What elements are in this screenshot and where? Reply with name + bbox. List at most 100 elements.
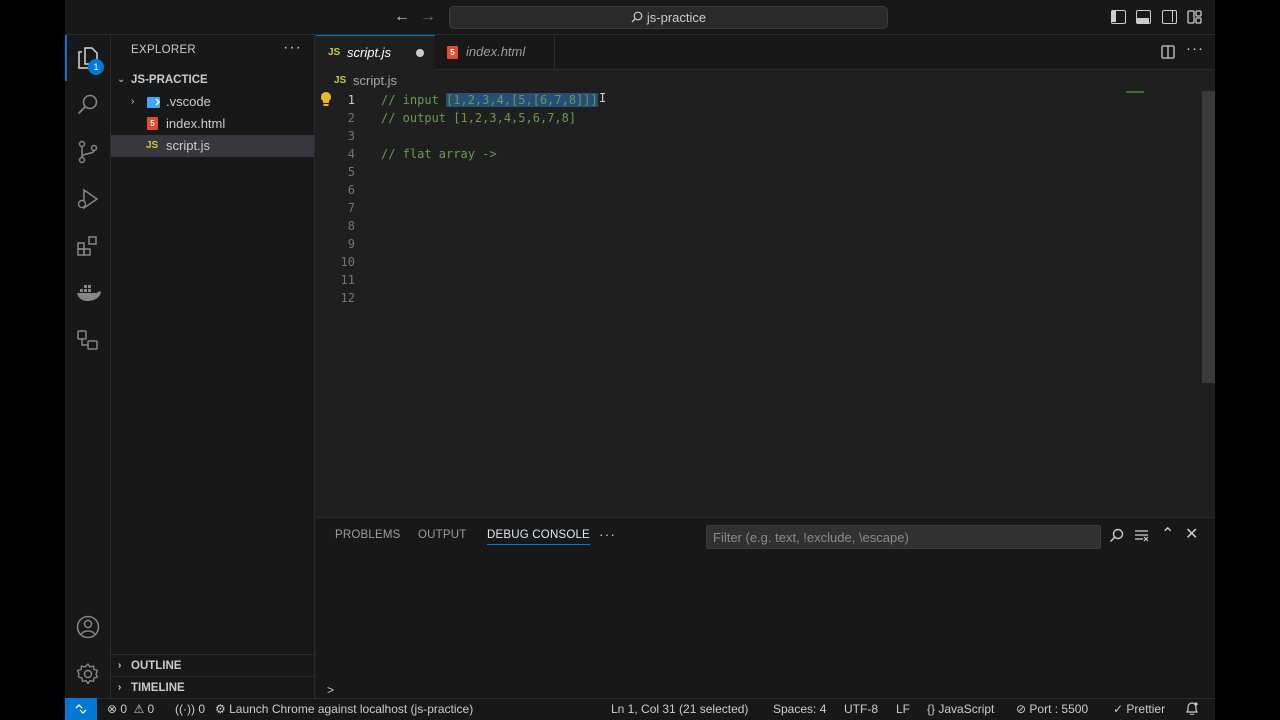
docker-icon xyxy=(77,285,101,301)
split-editor-icon[interactable] xyxy=(1161,45,1175,59)
remote-explorer-icon xyxy=(77,330,98,350)
cursor-position-status[interactable]: Ln 1, Col 31 (21 selected) xyxy=(611,699,748,720)
editor-scrollbar[interactable] xyxy=(1202,91,1215,383)
manage-activity[interactable] xyxy=(65,651,111,697)
explorer-activity[interactable]: 1 xyxy=(65,35,111,81)
notifications-bell-icon[interactable] xyxy=(1186,701,1198,720)
search-icon[interactable] xyxy=(1109,528,1124,543)
live-server-status[interactable]: ⊘ Port : 5500 xyxy=(1016,699,1088,720)
search-activity[interactable] xyxy=(65,82,111,128)
timeline-section-header[interactable]: › TIMELINE xyxy=(111,676,314,698)
braces-icon: {} xyxy=(927,702,936,716)
tab-problems[interactable]: PROBLEMS xyxy=(335,529,401,541)
launch-config-label: Launch Chrome against localhost (js-prac… xyxy=(229,702,474,716)
extensions-icon xyxy=(77,236,97,256)
code-line-1[interactable]: // input [1,2,3,4,[5,[6,7,8]]] xyxy=(381,91,598,109)
back-arrow-icon[interactable]: ← xyxy=(392,8,412,28)
code-line-4[interactable]: // flat array -> xyxy=(381,145,497,163)
remote-indicator[interactable] xyxy=(65,698,97,720)
tab-label: index.html xyxy=(466,44,526,59)
tree-item-index-html[interactable]: 5 index.html xyxy=(111,113,314,135)
code-line-2[interactable]: // output [1,2,3,4,5,6,7,8] xyxy=(381,109,576,127)
tab-script-js[interactable]: JS script.js xyxy=(316,35,435,70)
code-editor[interactable]: 1 2 3 4 5 6 7 8 9 10 11 12 // input [1,2… xyxy=(316,91,1215,517)
activity-bar: 1 xyxy=(65,35,111,698)
clear-console-icon[interactable] xyxy=(1134,529,1149,542)
line-number: 7 xyxy=(347,201,355,215)
language-label: JavaScript xyxy=(938,702,995,716)
ports-status[interactable]: ((·)) 0 xyxy=(175,699,205,720)
forward-arrow-icon[interactable]: → xyxy=(418,8,438,28)
tab-debug-console[interactable]: DEBUG CONSOLE xyxy=(487,529,590,545)
maximize-panel-icon[interactable]: ⌃ xyxy=(1161,524,1174,544)
status-bar: ⊗ 0 ⚠ 0 ((·)) 0 ⚙ Launch Chrome against … xyxy=(65,698,1215,720)
tab-index-html[interactable]: 5 index.html xyxy=(435,35,555,70)
project-folder-header[interactable]: ⌄ JS-PRACTICE xyxy=(111,69,314,91)
unsaved-dot-icon[interactable] xyxy=(416,49,424,57)
extensions-activity[interactable] xyxy=(65,223,111,269)
run-debug-icon xyxy=(77,188,99,210)
language-mode-status[interactable]: {} JavaScript xyxy=(927,699,994,720)
encoding-status[interactable]: UTF-8 xyxy=(844,699,878,720)
explorer-sidebar: EXPLORER ··· ⌄ JS-PRACTICE › .vscode 5 i… xyxy=(111,35,315,698)
comment-text: // input xyxy=(381,93,447,107)
console-prompt[interactable]: > xyxy=(327,683,334,697)
breadcrumb: JS script.js xyxy=(316,70,1215,91)
tab-output[interactable]: OUTPUT xyxy=(418,529,466,541)
editor-tabs: JS script.js 5 index.html ··· xyxy=(316,35,1215,70)
command-center-text: js-practice xyxy=(646,10,707,25)
line-number: 6 xyxy=(347,183,355,197)
indentation-status[interactable]: Spaces: 4 xyxy=(773,699,826,720)
html-file-icon: 5 xyxy=(447,46,458,59)
selected-text: [1,2,3,4,[5,[6,7,8]]] xyxy=(446,93,598,107)
accounts-activity[interactable] xyxy=(65,604,111,650)
search-icon xyxy=(631,11,643,23)
docker-activity[interactable] xyxy=(65,270,111,316)
debug-console-filter[interactable] xyxy=(706,525,1101,549)
js-file-icon: JS xyxy=(146,140,159,151)
remote-explorer-activity[interactable] xyxy=(65,317,111,363)
tree-item-vscode[interactable]: › .vscode xyxy=(111,91,314,113)
bottom-panel: PROBLEMS OUTPUT DEBUG CONSOLE ··· ⌃ ✕ > xyxy=(316,517,1215,698)
text-cursor-icon: I xyxy=(599,91,607,105)
prettier-status[interactable]: ✓ Prettier xyxy=(1113,699,1165,720)
command-center-search[interactable]: js-practice xyxy=(449,6,888,29)
tree-item-label: script.js xyxy=(166,138,211,153)
run-debug-activity[interactable] xyxy=(65,176,111,222)
line-number: 9 xyxy=(347,237,355,251)
warning-icon: ⚠ xyxy=(133,702,145,716)
line-number: 8 xyxy=(347,219,355,233)
explorer-badge: 1 xyxy=(88,59,104,75)
more-actions-icon[interactable]: ··· xyxy=(283,39,302,57)
eol-status[interactable]: LF xyxy=(896,699,910,720)
toggle-secondary-sidebar-icon[interactable] xyxy=(1162,10,1177,24)
prettier-label: Prettier xyxy=(1126,702,1166,716)
gear-icon xyxy=(76,663,99,685)
html-file-icon: 5 xyxy=(147,117,158,130)
tree-item-script-js[interactable]: JS script.js xyxy=(111,135,314,157)
source-control-activity[interactable] xyxy=(65,129,111,175)
problems-status[interactable]: ⊗ 0 ⚠ 0 xyxy=(107,699,154,720)
breadcrumb-file[interactable]: script.js xyxy=(353,70,397,91)
debug-launch-icon: ⚙ xyxy=(215,702,226,716)
vscode-folder-icon xyxy=(147,97,160,108)
tree-item-label: index.html xyxy=(166,116,226,131)
line-number: 11 xyxy=(340,273,355,287)
explorer-title: EXPLORER xyxy=(131,44,197,56)
launch-config-status[interactable]: ⚙ Launch Chrome against localhost (js-pr… xyxy=(215,699,473,720)
customize-layout-icon[interactable] xyxy=(1187,10,1202,24)
filter-input[interactable] xyxy=(707,526,1100,548)
no-entry-icon: ⊘ xyxy=(1016,702,1027,716)
line-number: 4 xyxy=(347,147,355,161)
source-control-icon xyxy=(78,140,98,164)
chevron-down-icon: ⌄ xyxy=(117,74,126,85)
port-label: Port : 5500 xyxy=(1029,702,1089,716)
minimap[interactable] xyxy=(1126,91,1144,93)
toggle-primary-sidebar-icon[interactable] xyxy=(1111,10,1126,24)
outline-section-header[interactable]: › OUTLINE xyxy=(111,654,314,676)
more-actions-icon[interactable]: ··· xyxy=(1186,40,1204,57)
toggle-panel-icon[interactable] xyxy=(1136,10,1151,24)
more-actions-icon[interactable]: ··· xyxy=(599,526,616,542)
close-icon[interactable]: ✕ xyxy=(1185,524,1198,544)
chevron-right-icon: › xyxy=(118,660,122,671)
